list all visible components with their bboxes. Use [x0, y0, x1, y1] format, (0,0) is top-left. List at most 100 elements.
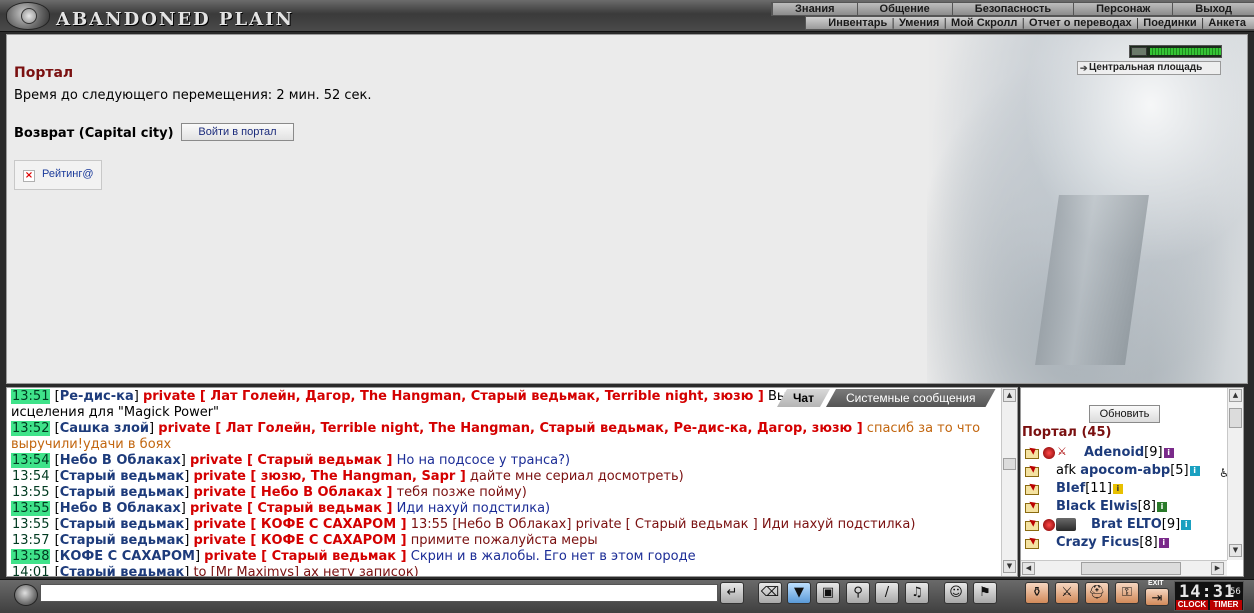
- clan-emblem-icon[interactable]: [1043, 519, 1055, 531]
- chat-private-recipients[interactable]: private [ КОФЕ С САХАРОМ ]: [193, 533, 406, 548]
- central-square-button[interactable]: ➔ Центральная площадь: [1077, 61, 1221, 75]
- enter-portal-button[interactable]: Войти в портал: [181, 123, 294, 141]
- scroll-left-icon[interactable]: ◀: [1022, 562, 1035, 575]
- filter-icon[interactable]: ▼: [787, 582, 811, 604]
- user-name[interactable]: Brat ELTO: [1091, 517, 1162, 532]
- bag-icon[interactable]: ⚱: [1025, 582, 1049, 604]
- game-clock[interactable]: 14:31 56 CLOCK TIMER: [1174, 581, 1244, 611]
- scroll-up-icon[interactable]: ▲: [1229, 389, 1242, 402]
- translit-icon[interactable]: ⚑: [973, 582, 997, 604]
- lock-icon[interactable]: ⚿: [1115, 582, 1139, 604]
- user-info-icon[interactable]: i: [1158, 538, 1169, 548]
- scroll-down-icon[interactable]: ▼: [1229, 544, 1242, 557]
- chat-private-recipients[interactable]: private [ Старый ведьмак ]: [190, 501, 392, 516]
- chat-nick[interactable]: Сашка злой: [60, 421, 149, 436]
- chat-timestamp[interactable]: 13:54: [11, 469, 50, 484]
- exit-icon[interactable]: ⇥: [1145, 588, 1169, 606]
- helmet-icon[interactable]: ⛑: [1085, 582, 1109, 604]
- menu-item-character[interactable]: Персонаж: [1073, 3, 1172, 15]
- private-message-icon[interactable]: [1023, 464, 1041, 477]
- user-name[interactable]: Adenoid: [1084, 445, 1144, 460]
- user-row[interactable]: Black Elwis[8] i: [1021, 498, 1227, 516]
- user-info-icon[interactable]: i: [1112, 484, 1123, 494]
- refresh-button[interactable]: Обновить: [1089, 405, 1160, 423]
- private-message-icon[interactable]: [1023, 536, 1041, 549]
- private-message-icon[interactable]: [1023, 500, 1041, 513]
- chat-nick[interactable]: Старый ведьмак: [60, 533, 185, 548]
- chat-timestamp[interactable]: 13:58: [11, 549, 51, 564]
- submenu-item-inventory[interactable]: Инвентарь: [828, 17, 887, 29]
- chat-timestamp[interactable]: 13:55: [11, 485, 50, 500]
- sound-icon[interactable]: ♫: [905, 582, 929, 604]
- chat-timestamp[interactable]: 13:57: [11, 533, 50, 548]
- submenu-item-my-scroll[interactable]: Мой Скролл: [951, 17, 1017, 29]
- rating-widget[interactable]: × Рейтинг@: [14, 160, 102, 190]
- smiles-toggle-icon[interactable]: /: [875, 582, 899, 604]
- menu-item-communication[interactable]: Общение: [856, 3, 952, 15]
- users-hscroll-thumb[interactable]: [1081, 562, 1181, 575]
- submenu-item-transfer-report[interactable]: Отчет о переводах: [1029, 17, 1132, 29]
- user-info-icon[interactable]: i: [1163, 448, 1174, 458]
- users-horizontal-scrollbar[interactable]: ◀ ▶: [1021, 560, 1227, 576]
- private-message-icon[interactable]: [1023, 518, 1041, 531]
- chat-nick[interactable]: КОФЕ С САХАРОМ: [60, 549, 195, 564]
- chat-scroll-thumb[interactable]: [1003, 458, 1016, 470]
- chat-nick[interactable]: Ре-дис-ка: [60, 389, 134, 404]
- user-name[interactable]: apocom-abp: [1080, 463, 1170, 478]
- chat-timestamp[interactable]: 13:55: [11, 517, 50, 532]
- chat-input[interactable]: [40, 584, 718, 602]
- chat-nick[interactable]: Старый ведьмак: [60, 565, 185, 576]
- smiley-icon[interactable]: ☺: [944, 582, 968, 604]
- chat-timestamp[interactable]: 13:54: [11, 453, 51, 468]
- submenu-item-duels[interactable]: Поединки: [1143, 17, 1196, 29]
- submenu-item-skills[interactable]: Умения: [899, 17, 939, 29]
- private-message-icon[interactable]: [1023, 482, 1041, 495]
- user-name[interactable]: Crazy Ficus: [1056, 535, 1139, 550]
- tab-chat[interactable]: Чат: [777, 389, 830, 407]
- user-name[interactable]: Black Elwis: [1056, 499, 1138, 514]
- user-info-icon[interactable]: i: [1189, 466, 1200, 476]
- timer-tab[interactable]: TIMER: [1210, 600, 1242, 610]
- menu-item-exit[interactable]: Выход: [1172, 3, 1254, 15]
- user-row[interactable]: ⚔ Adenoid[9] i: [1021, 444, 1227, 462]
- user-row[interactable]: Crazy Ficus[8] i: [1021, 534, 1227, 552]
- eraser-icon[interactable]: ⌫: [758, 582, 782, 604]
- scroll-down-icon[interactable]: ▼: [1003, 560, 1016, 573]
- user-row[interactable]: afk apocom-abp[5] i ♿: [1021, 462, 1230, 480]
- user-row[interactable]: Brat ELTO[9] i: [1021, 516, 1227, 534]
- users-vertical-scrollbar[interactable]: ▲ ▼: [1227, 388, 1243, 560]
- chat-timestamp[interactable]: 13:51: [11, 389, 51, 404]
- clock-tab[interactable]: CLOCK: [1176, 600, 1208, 610]
- tab-system-messages[interactable]: Системные сообщения: [826, 389, 996, 407]
- menu-item-security[interactable]: Безопасность: [951, 3, 1073, 15]
- users-scroll-thumb[interactable]: [1229, 408, 1242, 428]
- character-head-icon[interactable]: [14, 584, 38, 606]
- menu-item-knowledge[interactable]: Знания: [772, 3, 856, 15]
- submenu-item-profile[interactable]: Анкета: [1208, 17, 1246, 29]
- chat-private-recipients[interactable]: private [ КОФЕ С САХАРОМ ]: [193, 517, 406, 532]
- send-icon[interactable]: ↵: [720, 582, 744, 604]
- scroll-right-icon[interactable]: ▶: [1211, 562, 1224, 575]
- chat-private-recipients[interactable]: private [ Старый ведьмак ]: [204, 549, 406, 564]
- clan-emblem-icon[interactable]: [1043, 447, 1055, 459]
- chat-private-recipients[interactable]: private [ Старый ведьмак ]: [190, 453, 392, 468]
- chat-nick[interactable]: Небо В Облаках: [60, 453, 181, 468]
- user-info-icon[interactable]: i: [1181, 520, 1192, 530]
- chat-nick[interactable]: Небо В Облаках: [60, 501, 181, 516]
- chat-timestamp[interactable]: 14:01: [11, 565, 50, 576]
- chat-nick[interactable]: Старый ведьмак: [60, 485, 185, 500]
- scroll-up-icon[interactable]: ▲: [1003, 389, 1016, 402]
- chat-private-recipients[interactable]: private [ Лат Голейн, Дагор, The Hangman…: [143, 389, 764, 404]
- sword-icon[interactable]: ⚔: [1055, 582, 1079, 604]
- chat-nick[interactable]: Старый ведьмак: [60, 469, 185, 484]
- user-row[interactable]: BIef[11] i: [1021, 480, 1227, 498]
- chat-private-recipients[interactable]: private [ Лат Голейн, Terrible night, Th…: [158, 421, 862, 436]
- rating-link[interactable]: Рейтинг@: [42, 168, 94, 180]
- chat-timestamp[interactable]: 13:55: [11, 501, 51, 516]
- chat-nick[interactable]: Старый ведьмак: [60, 517, 185, 532]
- chat-private-recipients[interactable]: private [ зюзю, The Hangman, Sapr ]: [193, 469, 465, 484]
- chat-timestamp[interactable]: 13:52: [11, 421, 51, 436]
- walk-icon[interactable]: ⚲: [846, 582, 870, 604]
- user-name[interactable]: BIef: [1056, 481, 1085, 496]
- private-message-icon[interactable]: [1023, 446, 1041, 459]
